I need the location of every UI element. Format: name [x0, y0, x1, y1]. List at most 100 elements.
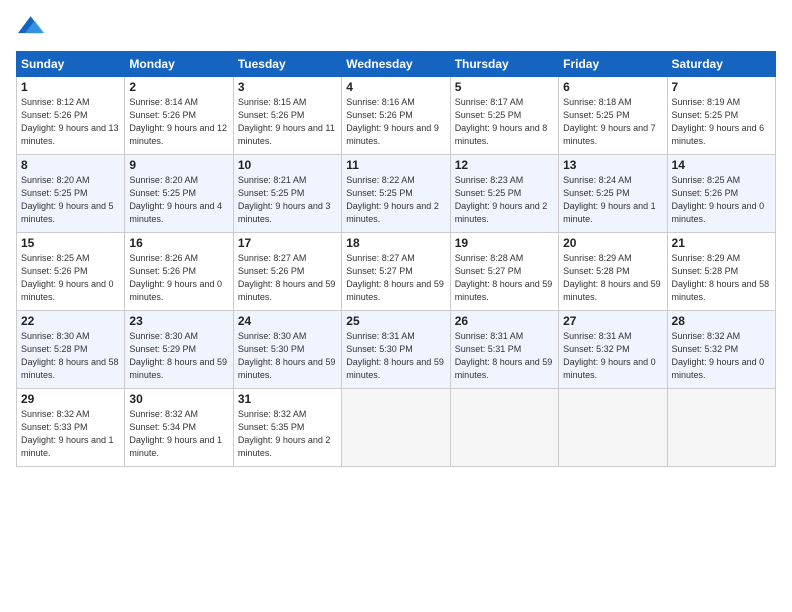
- day-cell: 22Sunrise: 8:30 AM Sunset: 5:28 PM Dayli…: [17, 311, 125, 389]
- day-cell: 15 Sunrise: 8:25 AM Sunset: 5:26 PM Dayli…: [17, 233, 125, 311]
- day-cell: 18Sunrise: 8:27 AM Sunset: 5:27 PM Dayli…: [342, 233, 450, 311]
- day-number: 31: [238, 392, 337, 406]
- week-row-5: 29Sunrise: 8:32 AM Sunset: 5:33 PM Dayli…: [17, 389, 776, 467]
- day-info: Sunrise: 8:16 AM Sunset: 5:26 PM Dayligh…: [346, 96, 445, 148]
- col-header-thursday: Thursday: [450, 52, 558, 77]
- day-number: 13: [563, 158, 662, 172]
- day-cell: 1Sunrise: 8:12 AM Sunset: 5:26 PM Daylig…: [17, 77, 125, 155]
- day-info: Sunrise: 8:29 AM Sunset: 5:28 PM Dayligh…: [563, 252, 662, 304]
- day-cell: 27 Sunrise: 8:31 AM Sunset: 5:32 PM Dayli…: [559, 311, 667, 389]
- week-row-1: 1Sunrise: 8:12 AM Sunset: 5:26 PM Daylig…: [17, 77, 776, 155]
- day-number: 6: [563, 80, 662, 94]
- day-number: 23: [129, 314, 228, 328]
- day-number: 19: [455, 236, 554, 250]
- day-number: 2: [129, 80, 228, 94]
- day-cell: 20 Sunrise: 8:29 AM Sunset: 5:28 PM Dayli…: [559, 233, 667, 311]
- day-info: Sunrise: 8:26 AM Sunset: 5:26 PM Dayligh…: [129, 252, 228, 304]
- col-header-sunday: Sunday: [17, 52, 125, 77]
- day-number: 1: [21, 80, 120, 94]
- day-info: Sunrise: 8:23 AM Sunset: 5:25 PM Dayligh…: [455, 174, 554, 226]
- day-info: Sunrise: 8:25 AM Sunset: 5:26 PM Dayligh…: [672, 174, 771, 226]
- day-number: 9: [129, 158, 228, 172]
- day-cell: 26 Sunrise: 8:31 AM Sunset: 5:31 PM Dayli…: [450, 311, 558, 389]
- day-info: Sunrise: 8:31 AM Sunset: 5:32 PM Dayligh…: [563, 330, 662, 382]
- day-number: 22: [21, 314, 120, 328]
- week-row-4: 22Sunrise: 8:30 AM Sunset: 5:28 PM Dayli…: [17, 311, 776, 389]
- day-number: 24: [238, 314, 337, 328]
- day-info: Sunrise: 8:22 AM Sunset: 5:25 PM Dayligh…: [346, 174, 445, 226]
- day-cell: 29Sunrise: 8:32 AM Sunset: 5:33 PM Dayli…: [17, 389, 125, 467]
- day-cell: 4 Sunrise: 8:16 AM Sunset: 5:26 PM Daylig…: [342, 77, 450, 155]
- day-info: Sunrise: 8:27 AM Sunset: 5:26 PM Dayligh…: [238, 252, 337, 304]
- day-cell: [559, 389, 667, 467]
- day-info: Sunrise: 8:14 AM Sunset: 5:26 PM Dayligh…: [129, 96, 228, 148]
- day-number: 8: [21, 158, 120, 172]
- day-info: Sunrise: 8:21 AM Sunset: 5:25 PM Dayligh…: [238, 174, 337, 226]
- page: SundayMondayTuesdayWednesdayThursdayFrid…: [0, 0, 792, 477]
- col-header-friday: Friday: [559, 52, 667, 77]
- day-info: Sunrise: 8:28 AM Sunset: 5:27 PM Dayligh…: [455, 252, 554, 304]
- day-number: 29: [21, 392, 120, 406]
- day-info: Sunrise: 8:30 AM Sunset: 5:29 PM Dayligh…: [129, 330, 228, 382]
- header: [16, 10, 776, 43]
- col-header-tuesday: Tuesday: [233, 52, 341, 77]
- day-cell: 11 Sunrise: 8:22 AM Sunset: 5:25 PM Dayli…: [342, 155, 450, 233]
- day-number: 28: [672, 314, 771, 328]
- day-info: Sunrise: 8:31 AM Sunset: 5:31 PM Dayligh…: [455, 330, 554, 382]
- day-info: Sunrise: 8:24 AM Sunset: 5:25 PM Dayligh…: [563, 174, 662, 226]
- day-number: 27: [563, 314, 662, 328]
- day-info: Sunrise: 8:32 AM Sunset: 5:35 PM Dayligh…: [238, 408, 337, 460]
- day-info: Sunrise: 8:17 AM Sunset: 5:25 PM Dayligh…: [455, 96, 554, 148]
- day-cell: 8 Sunrise: 8:20 AM Sunset: 5:25 PM Daylig…: [17, 155, 125, 233]
- day-number: 14: [672, 158, 771, 172]
- day-info: Sunrise: 8:20 AM Sunset: 5:25 PM Dayligh…: [21, 174, 120, 226]
- day-cell: 5 Sunrise: 8:17 AM Sunset: 5:25 PM Daylig…: [450, 77, 558, 155]
- day-cell: 30Sunrise: 8:32 AM Sunset: 5:34 PM Dayli…: [125, 389, 233, 467]
- day-number: 11: [346, 158, 445, 172]
- day-number: 3: [238, 80, 337, 94]
- day-cell: 6Sunrise: 8:18 AM Sunset: 5:25 PM Daylig…: [559, 77, 667, 155]
- day-cell: [342, 389, 450, 467]
- day-info: Sunrise: 8:20 AM Sunset: 5:25 PM Dayligh…: [129, 174, 228, 226]
- day-number: 15: [21, 236, 120, 250]
- day-number: 26: [455, 314, 554, 328]
- day-cell: 23 Sunrise: 8:30 AM Sunset: 5:29 PM Dayli…: [125, 311, 233, 389]
- day-cell: 21 Sunrise: 8:29 AM Sunset: 5:28 PM Dayli…: [667, 233, 775, 311]
- day-info: Sunrise: 8:19 AM Sunset: 5:25 PM Dayligh…: [672, 96, 771, 148]
- day-cell: 28 Sunrise: 8:32 AM Sunset: 5:32 PM Dayli…: [667, 311, 775, 389]
- day-number: 10: [238, 158, 337, 172]
- day-number: 12: [455, 158, 554, 172]
- day-cell: [667, 389, 775, 467]
- day-cell: 14 Sunrise: 8:25 AM Sunset: 5:26 PM Dayli…: [667, 155, 775, 233]
- logo: [16, 10, 46, 43]
- day-cell: 12 Sunrise: 8:23 AM Sunset: 5:25 PM Dayli…: [450, 155, 558, 233]
- day-cell: 2 Sunrise: 8:14 AM Sunset: 5:26 PM Daylig…: [125, 77, 233, 155]
- col-header-saturday: Saturday: [667, 52, 775, 77]
- week-row-2: 8 Sunrise: 8:20 AM Sunset: 5:25 PM Daylig…: [17, 155, 776, 233]
- day-cell: 10 Sunrise: 8:21 AM Sunset: 5:25 PM Dayli…: [233, 155, 341, 233]
- day-info: Sunrise: 8:27 AM Sunset: 5:27 PM Dayligh…: [346, 252, 445, 304]
- day-number: 5: [455, 80, 554, 94]
- day-info: Sunrise: 8:15 AM Sunset: 5:26 PM Dayligh…: [238, 96, 337, 148]
- day-number: 4: [346, 80, 445, 94]
- day-info: Sunrise: 8:30 AM Sunset: 5:30 PM Dayligh…: [238, 330, 337, 382]
- day-number: 20: [563, 236, 662, 250]
- day-info: Sunrise: 8:31 AM Sunset: 5:30 PM Dayligh…: [346, 330, 445, 382]
- day-cell: 7 Sunrise: 8:19 AM Sunset: 5:25 PM Daylig…: [667, 77, 775, 155]
- day-info: Sunrise: 8:25 AM Sunset: 5:26 PM Dayligh…: [21, 252, 120, 304]
- day-number: 7: [672, 80, 771, 94]
- day-cell: 17 Sunrise: 8:27 AM Sunset: 5:26 PM Dayli…: [233, 233, 341, 311]
- day-cell: 24 Sunrise: 8:30 AM Sunset: 5:30 PM Dayli…: [233, 311, 341, 389]
- day-number: 30: [129, 392, 228, 406]
- day-info: Sunrise: 8:32 AM Sunset: 5:32 PM Dayligh…: [672, 330, 771, 382]
- day-cell: 13 Sunrise: 8:24 AM Sunset: 5:25 PM Dayli…: [559, 155, 667, 233]
- day-info: Sunrise: 8:29 AM Sunset: 5:28 PM Dayligh…: [672, 252, 771, 304]
- day-cell: 19 Sunrise: 8:28 AM Sunset: 5:27 PM Dayli…: [450, 233, 558, 311]
- col-header-monday: Monday: [125, 52, 233, 77]
- day-number: 21: [672, 236, 771, 250]
- day-cell: 3 Sunrise: 8:15 AM Sunset: 5:26 PM Daylig…: [233, 77, 341, 155]
- header-row: SundayMondayTuesdayWednesdayThursdayFrid…: [17, 52, 776, 77]
- day-number: 17: [238, 236, 337, 250]
- day-cell: 25Sunrise: 8:31 AM Sunset: 5:30 PM Dayli…: [342, 311, 450, 389]
- week-row-3: 15 Sunrise: 8:25 AM Sunset: 5:26 PM Dayli…: [17, 233, 776, 311]
